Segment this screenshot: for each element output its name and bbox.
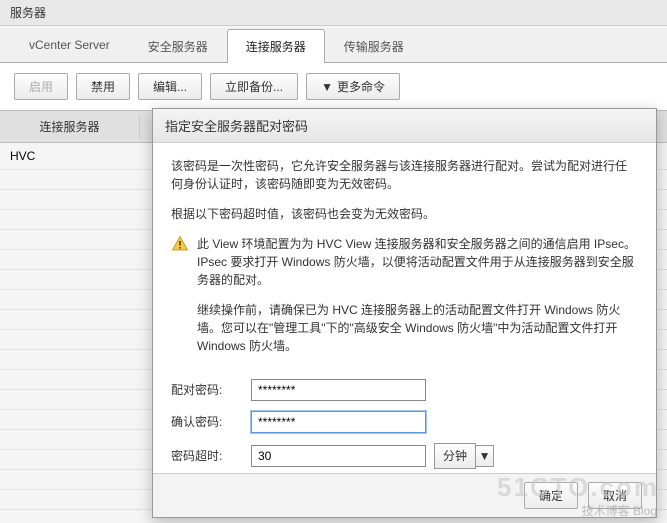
warning-text: 此 View 环境配置为为 HVC View 连接服务器和安全服务器之间的通信启… xyxy=(197,235,638,367)
warning-icon xyxy=(171,235,189,253)
ok-button[interactable]: 确定 xyxy=(524,482,578,509)
toolbar: 启用 禁用 编辑... 立即备份... ▼ 更多命令 xyxy=(0,63,667,110)
chevron-down-icon: ▼ xyxy=(321,80,333,94)
cancel-button[interactable]: 取消 xyxy=(588,482,642,509)
dialog-footer: 确定 取消 xyxy=(153,473,656,517)
confirm-row: 确认密码: xyxy=(171,411,638,433)
edit-button[interactable]: 编辑... xyxy=(138,73,202,100)
password-input[interactable] xyxy=(251,379,426,401)
page-title: 服务器 xyxy=(10,6,46,20)
chevron-down-icon: ▼ xyxy=(476,445,494,467)
tab-connection[interactable]: 连接服务器 xyxy=(227,29,325,63)
pairing-password-dialog: 指定安全服务器配对密码 该密码是一次性密码，它允许安全服务器与该连接服务器进行配… xyxy=(152,108,657,518)
dialog-warning: 此 View 环境配置为为 HVC View 连接服务器和安全服务器之间的通信启… xyxy=(171,235,638,367)
cell-name: HVC xyxy=(0,145,140,167)
dialog-warn2: 继续操作前，请确保已为 HVC 连接服务器上的活动配置文件打开 Windows … xyxy=(197,301,638,355)
tab-transfer[interactable]: 传输服务器 xyxy=(325,29,423,63)
dialog-para2: 根据以下密码超时值，该密码也会变为无效密码。 xyxy=(171,205,638,223)
disable-button[interactable]: 禁用 xyxy=(76,73,130,100)
dialog-para1: 该密码是一次性密码，它允许安全服务器与该连接服务器进行配对。尝试为配对进行任何身… xyxy=(171,157,638,193)
tab-vcenter[interactable]: vCenter Server xyxy=(10,29,129,63)
timeout-row: 密码超时: 分钟 ▼ xyxy=(171,443,638,469)
more-commands-button[interactable]: ▼ 更多命令 xyxy=(306,73,400,100)
password-row: 配对密码: xyxy=(171,379,638,401)
more-commands-label: 更多命令 xyxy=(337,78,385,95)
dialog-warn1: 此 View 环境配置为为 HVC View 连接服务器和安全服务器之间的通信启… xyxy=(197,235,638,289)
timeout-input[interactable] xyxy=(251,445,426,467)
dialog-body: 该密码是一次性密码，它允许安全服务器与该连接服务器进行配对。尝试为配对进行任何身… xyxy=(153,143,656,473)
column-connection-server: 连接服务器 xyxy=(0,115,140,138)
timeout-unit-select[interactable]: 分钟 ▼ xyxy=(434,443,494,469)
confirm-label: 确认密码: xyxy=(171,413,251,431)
enable-button[interactable]: 启用 xyxy=(14,73,68,100)
timeout-unit-label: 分钟 xyxy=(434,443,476,469)
timeout-label: 密码超时: xyxy=(171,447,251,465)
tabs: vCenter Server 安全服务器 连接服务器 传输服务器 xyxy=(0,28,667,63)
password-label: 配对密码: xyxy=(171,381,251,399)
confirm-input[interactable] xyxy=(251,411,426,433)
backup-button[interactable]: 立即备份... xyxy=(210,73,298,100)
dialog-title: 指定安全服务器配对密码 xyxy=(153,109,656,143)
tab-security[interactable]: 安全服务器 xyxy=(129,29,227,63)
page-header: 服务器 xyxy=(0,0,667,26)
